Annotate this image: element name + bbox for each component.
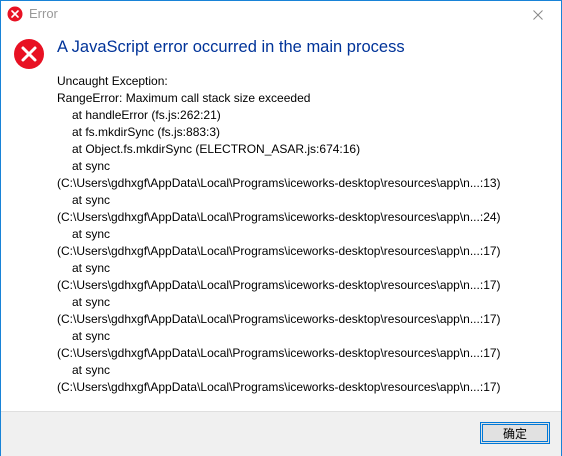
title-bar[interactable]: Error [1, 1, 561, 29]
message-line: at sync [72, 261, 111, 275]
message-line: Uncaught Exception: [57, 74, 168, 88]
error-icon [14, 39, 44, 69]
message-line: at sync [72, 295, 111, 309]
message-line: (C:\Users\gdhxgf\AppData\Local\Programs\… [57, 312, 501, 326]
message-line: (C:\Users\gdhxgf\AppData\Local\Programs\… [57, 278, 501, 292]
message-line: at sync [72, 329, 111, 343]
dialog-content: A JavaScript error occurred in the main … [1, 29, 561, 411]
error-icon [7, 6, 23, 22]
message-line: at handleError (fs.js:262:21) [72, 108, 221, 122]
message-line: (C:\Users\gdhxgf\AppData\Local\Programs\… [57, 244, 501, 258]
close-icon [533, 10, 543, 20]
error-message: Uncaught Exception: RangeError: Maximum c… [57, 73, 551, 396]
message-line: (C:\Users\gdhxgf\AppData\Local\Programs\… [57, 210, 501, 224]
message-line: at sync [72, 159, 111, 173]
message-line: at sync [72, 363, 111, 377]
error-dialog: Error A JavaScript error occurred in the… [0, 0, 562, 456]
close-button[interactable] [515, 1, 561, 29]
button-bar: 确定 [1, 411, 561, 456]
message-line: at sync [72, 227, 111, 241]
message-line: at sync [72, 193, 111, 207]
message-line: RangeError: Maximum call stack size exce… [57, 91, 311, 105]
message-line: (C:\Users\gdhxgf\AppData\Local\Programs\… [57, 176, 501, 190]
error-heading: A JavaScript error occurred in the main … [57, 38, 405, 56]
message-line: at Object.fs.mkdirSync (ELECTRON_ASAR.js… [72, 142, 361, 156]
ok-button[interactable]: 确定 [480, 422, 550, 444]
message-line: (C:\Users\gdhxgf\AppData\Local\Programs\… [57, 346, 501, 360]
window-title: Error [29, 6, 58, 21]
message-line: (C:\Users\gdhxgf\AppData\Local\Programs\… [57, 380, 501, 394]
message-line: at fs.mkdirSync (fs.js:883:3) [72, 125, 221, 139]
